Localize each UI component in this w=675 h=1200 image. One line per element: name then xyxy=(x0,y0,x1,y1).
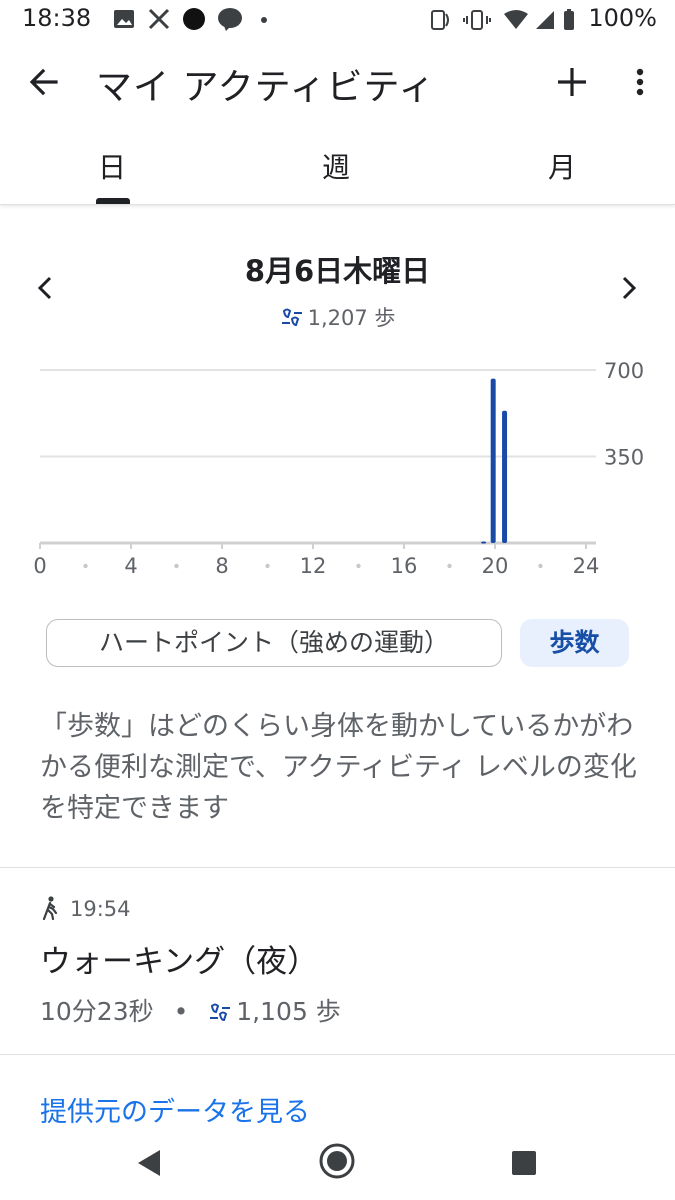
nav-back-icon[interactable] xyxy=(136,1148,162,1178)
more-vert-icon xyxy=(636,68,644,96)
signal-icon xyxy=(536,11,554,29)
activity-meta: 10分23秒 • 1,105 歩 xyxy=(40,992,341,1028)
app-bar: マイ アクティビティ xyxy=(0,40,675,126)
back-button[interactable] xyxy=(24,62,64,102)
step-bar xyxy=(490,378,496,543)
threads-icon xyxy=(183,8,205,30)
nav-recents-icon[interactable] xyxy=(511,1150,537,1176)
step-bar xyxy=(481,541,487,544)
x-tick-label: 16 xyxy=(391,554,418,578)
step-bar xyxy=(502,410,508,543)
tab-week[interactable]: 週 xyxy=(322,146,350,186)
activity-time-row: 19:54 xyxy=(40,896,131,921)
dot-icon xyxy=(261,17,267,23)
system-icons xyxy=(431,9,574,30)
nav-home-icon[interactable] xyxy=(318,1142,356,1180)
page-title: マイ アクティビティ xyxy=(96,67,436,108)
tab-indicator xyxy=(96,198,130,204)
gallery-icon xyxy=(114,10,134,28)
status-time: 18:38 xyxy=(22,4,92,32)
date-title: 8月6日木曜日 xyxy=(244,254,431,288)
daily-steps-value: 1,207 歩 xyxy=(307,306,396,330)
status-bar: 18:38 100% xyxy=(0,0,675,40)
minor-tick-dot xyxy=(174,563,179,569)
period-tabs: 日 週 月 xyxy=(0,126,675,205)
notification-icons xyxy=(114,8,267,31)
activity-steps: 1,105 歩 xyxy=(236,997,341,1026)
x-icon xyxy=(148,8,170,30)
plus-icon xyxy=(558,68,586,96)
y-tick-label: 700 xyxy=(604,359,644,383)
heart-points-chip[interactable]: ハートポイント（強めの運動） xyxy=(46,619,502,667)
tab-month[interactable]: 月 xyxy=(548,146,576,186)
vibrate-icon xyxy=(463,10,491,30)
divider xyxy=(0,1054,675,1055)
activity-item[interactable]: 19:54 ウォーキング（夜） 10分23秒 • 1,105 歩 xyxy=(0,868,675,1054)
steps-description: 「歩数」はどのくらい身体を動かしているかがわかる便利な測定で、アクティビティ レ… xyxy=(40,711,637,824)
minor-tick-dot xyxy=(356,563,361,569)
arrow-back-icon xyxy=(29,68,58,96)
activity-duration: 10分23秒 xyxy=(40,997,154,1026)
x-tick-label: 20 xyxy=(482,554,509,578)
minor-tick-dot xyxy=(447,563,452,569)
x-tick-label: 12 xyxy=(300,554,327,578)
battery-icon xyxy=(564,9,574,30)
system-nav-bar xyxy=(0,1130,675,1200)
chevron-right-icon xyxy=(622,276,637,300)
tab-day[interactable]: 日 xyxy=(98,146,126,186)
more-options-button[interactable] xyxy=(622,62,658,102)
steps-chart: 700 350 0 4 8 12 16 20 24 xyxy=(33,359,644,578)
daily-steps: 1,207 歩 xyxy=(0,302,675,332)
x-tick-label: 24 xyxy=(573,554,600,578)
line-icon xyxy=(218,8,242,31)
battery-level: 100% xyxy=(588,4,657,32)
walking-icon xyxy=(42,896,58,921)
y-tick-label: 350 xyxy=(604,446,644,470)
x-tick-label: 8 xyxy=(215,554,228,578)
steps-icon xyxy=(210,1003,231,1022)
activity-time: 19:54 xyxy=(70,897,131,921)
nfc-icon xyxy=(431,10,449,30)
x-tick-label: 0 xyxy=(33,554,46,578)
minor-tick-dot xyxy=(265,563,270,569)
steps-icon xyxy=(281,308,302,327)
minor-tick-dot xyxy=(538,563,543,569)
activity-name: ウォーキング（夜） xyxy=(40,944,319,980)
wifi-icon xyxy=(504,10,528,29)
meta-separator: • xyxy=(173,997,189,1026)
view-source-data-link[interactable]: 提供元のデータを見る xyxy=(40,1090,310,1129)
minor-tick-dot xyxy=(83,563,88,569)
add-button[interactable] xyxy=(550,60,594,104)
x-tick-label: 4 xyxy=(124,554,137,578)
next-day-button[interactable] xyxy=(612,268,646,308)
steps-chip[interactable]: 歩数 xyxy=(520,619,629,667)
